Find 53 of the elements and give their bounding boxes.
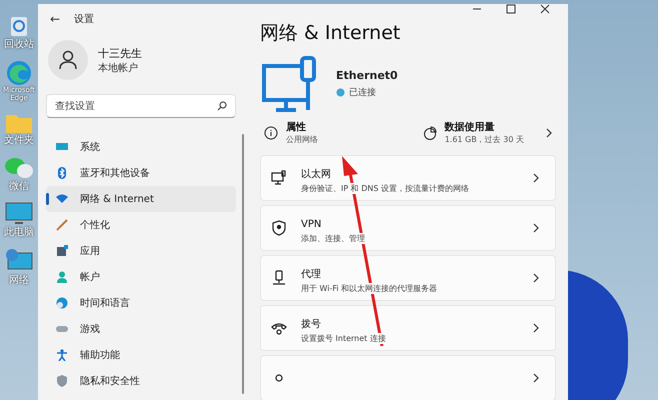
- monitor-icon: [271, 170, 287, 186]
- settings-card[interactable]: 拨号 设置拨号 Internet 连接: [260, 305, 556, 351]
- chevron-icon: [546, 128, 552, 138]
- back-icon[interactable]: ←: [50, 12, 60, 26]
- search-box[interactable]: 查找设置: [46, 94, 236, 118]
- sidebar-item[interactable]: 应用: [46, 238, 236, 264]
- chevron-icon: [533, 323, 539, 333]
- sidebar-item[interactable]: 隐私和安全性: [46, 368, 236, 394]
- brush-icon: [56, 219, 68, 231]
- data-usage-link[interactable]: 数据使用量 1.61 GB，过去 30 天: [422, 120, 552, 145]
- settings-card[interactable]: 以太网 身份验证、IP 和 DNS 设置，按流量计费的网络: [260, 155, 556, 201]
- adapter-name: Ethernet0: [336, 69, 398, 82]
- page-title: 网络 & Internet: [260, 21, 402, 46]
- bluetooth-icon: [56, 167, 68, 179]
- chevron-icon: [533, 223, 539, 233]
- gamepad-icon: [56, 323, 68, 335]
- sidebar-item[interactable]: 系统: [46, 134, 236, 160]
- chevron-icon: [533, 373, 539, 383]
- sidebar-item[interactable]: 帐户: [46, 264, 236, 290]
- account-type: 本地帐户: [98, 62, 139, 74]
- sidebar-item[interactable]: 个性化: [46, 212, 236, 238]
- folder-icon: [5, 112, 33, 134]
- chevron-icon: [533, 273, 539, 283]
- chevron-icon: [533, 173, 539, 183]
- properties-link[interactable]: 属性 公用网络: [264, 120, 318, 145]
- shield-icon: [56, 375, 68, 387]
- info-icon: [264, 126, 278, 140]
- sidebar-item[interactable]: 网络 & Internet: [46, 186, 236, 212]
- sidebar-item[interactable]: 辅助功能: [46, 342, 236, 368]
- user-name: 十三先生: [98, 46, 142, 60]
- person-icon: [56, 271, 68, 283]
- chat-icon: [4, 156, 34, 180]
- settings-card[interactable]: 代理 用于 Wi-Fi 和以太网连接的代理服务器: [260, 255, 556, 301]
- sidebar-item[interactable]: 时间和语言: [46, 290, 236, 316]
- search-icon: [217, 101, 227, 111]
- close-icon[interactable]: [540, 4, 550, 14]
- proxy-icon: [271, 270, 287, 286]
- search-field[interactable]: 查找设置: [55, 100, 217, 112]
- browser-icon: [6, 60, 32, 86]
- wifi-icon: [56, 193, 68, 205]
- connection-status: 已连接: [349, 86, 376, 99]
- monitor-icon: [5, 202, 33, 226]
- apps-icon: [56, 245, 68, 257]
- sidebar-item[interactable]: 蓝牙和其他设备: [46, 160, 236, 186]
- shield-icon: [271, 220, 287, 236]
- sidebar-item[interactable]: 游戏: [46, 316, 236, 342]
- pie-chart-icon: [422, 126, 437, 140]
- maximize-icon[interactable]: [506, 4, 516, 14]
- settings-card[interactable]: VPN 添加、连接、管理: [260, 205, 556, 251]
- avatar: [48, 40, 88, 80]
- accessibility-icon: [56, 349, 68, 361]
- monitor-icon: [56, 141, 68, 153]
- window-title: 设置: [74, 12, 94, 26]
